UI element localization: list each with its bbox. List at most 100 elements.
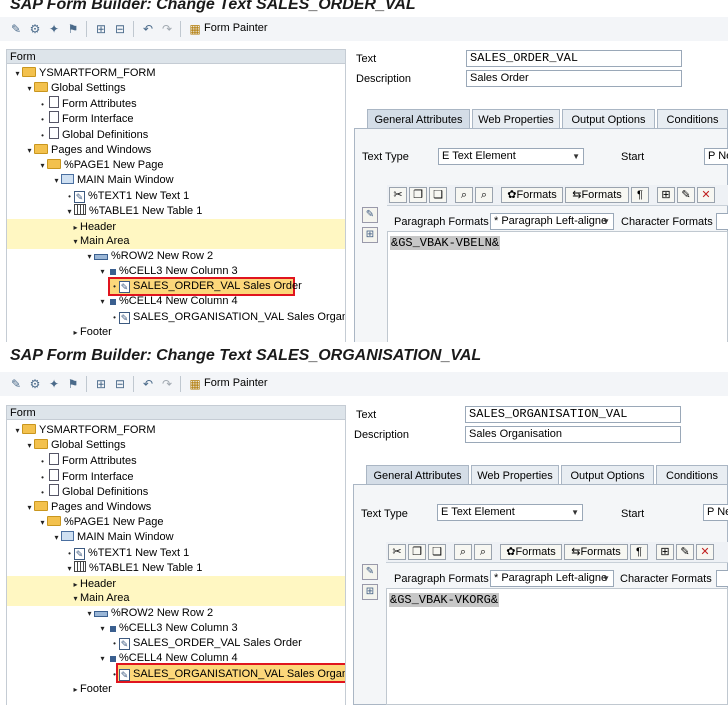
- copy-icon[interactable]: ❐: [409, 187, 427, 203]
- tree-node-header[interactable]: ▸ Header: [71, 577, 116, 592]
- form-painter-button[interactable]: Form Painter: [204, 377, 268, 389]
- tree-node-main-area[interactable]: ▾ Main Area: [71, 591, 129, 606]
- tree-node-form-interface[interactable]: • Form Interface: [38, 469, 134, 484]
- tree-node-cell4[interactable]: ▾ %CELL4 New Column 4: [98, 294, 237, 309]
- formats-button[interactable]: ✿Formats: [501, 187, 563, 203]
- editor-content[interactable]: &GS_VBAK-VKORG&: [389, 593, 500, 607]
- formats-button-2[interactable]: ⇆Formats: [564, 544, 628, 560]
- tree-node-main-window[interactable]: ▾ MAIN Main Window: [52, 530, 174, 545]
- editor-content[interactable]: &GS_VBAK-VBELN&: [390, 236, 501, 250]
- tree-node-form-attributes[interactable]: • Form Attributes: [38, 453, 137, 468]
- collapse-icon[interactable]: ⊟: [112, 21, 128, 37]
- tree-node-pages-windows[interactable]: ▾ Pages and Windows: [25, 500, 151, 515]
- tree-node-text1[interactable]: • ✎ %TEXT1 New Text 1: [65, 546, 189, 561]
- expand-icon[interactable]: ⊞: [93, 21, 109, 37]
- paragraph-mark-icon[interactable]: ¶: [630, 544, 648, 560]
- tree-node-pages-windows[interactable]: ▾ Pages and Windows: [25, 143, 151, 158]
- paste-icon[interactable]: ❏: [429, 187, 447, 203]
- tree-node-header[interactable]: ▸ Header: [71, 220, 116, 235]
- tree-node-root[interactable]: ▾ YSMARTFORM_FORM: [13, 66, 156, 81]
- paragraph-mark-icon[interactable]: ¶: [631, 187, 649, 203]
- tree-node-page1[interactable]: ▾ %PAGE1 New Page: [38, 515, 163, 530]
- tree-node-global-definitions[interactable]: • Global Definitions: [38, 127, 148, 142]
- character-formats-field[interactable]: [716, 570, 728, 587]
- tree-node-sales-order-val[interactable]: • ✎ SALES_ORDER_VAL Sales Order: [110, 279, 302, 294]
- text-name-field[interactable]: SALES_ORDER_VAL: [466, 50, 682, 67]
- insert-field-icon[interactable]: ⊞: [362, 584, 378, 600]
- tab-web-properties[interactable]: Web Properties: [472, 109, 560, 129]
- tree-node-main-area[interactable]: ▾ Main Area: [71, 234, 129, 249]
- find-next-icon[interactable]: ⌕: [475, 187, 493, 203]
- tree-node-table1[interactable]: ▾ %TABLE1 New Table 1: [65, 204, 202, 219]
- paragraph-formats-dropdown[interactable]: * Paragraph Left-aligne ▼: [490, 213, 614, 230]
- tab-web-properties[interactable]: Web Properties: [471, 465, 559, 485]
- form-painter-icon[interactable]: ▦: [187, 21, 203, 37]
- form-painter-icon[interactable]: ▦: [187, 376, 203, 392]
- tree-node-form-interface[interactable]: • Form Interface: [38, 111, 134, 126]
- tree-node-text1[interactable]: • ✎ %TEXT1 New Text 1: [65, 189, 189, 204]
- tree-node-sales-organisation-val[interactable]: • ✎ SALES_ORGANISATION_VAL Sales Organisat: [110, 667, 345, 682]
- change-editor-icon[interactable]: ✎: [362, 207, 378, 223]
- tree-node-main-window[interactable]: ▾ MAIN Main Window: [52, 173, 174, 188]
- cut-icon[interactable]: ✂: [388, 544, 406, 560]
- undo-icon[interactable]: ↶: [140, 376, 156, 392]
- tree-node-cell3[interactable]: ▾ %CELL3 New Column 3: [98, 621, 237, 636]
- start-field[interactable]: P Ne: [704, 148, 728, 165]
- collapse-icon[interactable]: ⊟: [112, 376, 128, 392]
- text-editor[interactable]: &GS_VBAK-VBELN&: [387, 231, 728, 345]
- form-painter-button[interactable]: Form Painter: [204, 22, 268, 34]
- description-field[interactable]: Sales Organisation: [465, 426, 681, 443]
- display-change-icon[interactable]: ✎: [8, 21, 24, 37]
- tab-conditions[interactable]: Conditions: [657, 109, 728, 129]
- check-icon[interactable]: ⚙: [27, 376, 43, 392]
- tree-node-table1[interactable]: ▾ %TABLE1 New Table 1: [65, 561, 202, 576]
- check-icon[interactable]: ⚙: [27, 21, 43, 37]
- undo-icon[interactable]: ↶: [140, 21, 156, 37]
- tree-node-cell3[interactable]: ▾ %CELL3 New Column 3: [98, 264, 237, 279]
- tree-node-page1[interactable]: ▾ %PAGE1 New Page: [38, 158, 163, 173]
- expand-icon[interactable]: ⊞: [93, 376, 109, 392]
- text-type-dropdown[interactable]: E Text Element ▼: [437, 504, 583, 521]
- pencil-icon[interactable]: ✎: [677, 187, 695, 203]
- tree-node-row2[interactable]: ▾ %ROW2 New Row 2: [85, 249, 213, 264]
- start-field[interactable]: P Ne: [703, 504, 728, 521]
- tree-node-footer[interactable]: ▸ Footer: [71, 682, 111, 697]
- tab-conditions[interactable]: Conditions: [656, 465, 728, 485]
- text-type-dropdown[interactable]: E Text Element ▼: [438, 148, 584, 165]
- test-icon[interactable]: ⚑: [65, 21, 81, 37]
- delete-icon[interactable]: ✕: [697, 187, 715, 203]
- tab-output-options[interactable]: Output Options: [562, 109, 655, 129]
- redo-icon[interactable]: ↷: [159, 376, 175, 392]
- tab-general-attributes[interactable]: General Attributes: [367, 109, 470, 129]
- activate-icon[interactable]: ✦: [46, 376, 62, 392]
- display-change-icon[interactable]: ✎: [8, 376, 24, 392]
- find-icon[interactable]: ⌕: [455, 187, 473, 203]
- pencil-icon[interactable]: ✎: [676, 544, 694, 560]
- tree-node-global-settings[interactable]: ▾ Global Settings: [25, 81, 126, 96]
- tree-node-root[interactable]: ▾ YSMARTFORM_FORM: [13, 423, 156, 438]
- insert-field-icon[interactable]: ⊞: [362, 227, 378, 243]
- copy-icon[interactable]: ❐: [408, 544, 426, 560]
- text-name-field[interactable]: SALES_ORGANISATION_VAL: [465, 406, 681, 423]
- character-formats-field[interactable]: [716, 213, 728, 230]
- tree-node-global-definitions[interactable]: • Global Definitions: [38, 484, 148, 499]
- formats-button-2[interactable]: ⇆Formats: [565, 187, 629, 203]
- paragraph-formats-dropdown[interactable]: * Paragraph Left-aligne ▼: [490, 570, 614, 587]
- formats-button[interactable]: ✿Formats: [500, 544, 562, 560]
- tree-node-sales-order-val[interactable]: • ✎ SALES_ORDER_VAL Sales Order: [110, 636, 302, 651]
- text-editor[interactable]: &GS_VBAK-VKORG&: [386, 588, 728, 705]
- insert-icon[interactable]: ⊞: [656, 544, 674, 560]
- tree-node-row2[interactable]: ▾ %ROW2 New Row 2: [85, 606, 213, 621]
- delete-icon[interactable]: ✕: [696, 544, 714, 560]
- tab-output-options[interactable]: Output Options: [561, 465, 654, 485]
- paste-icon[interactable]: ❏: [428, 544, 446, 560]
- activate-icon[interactable]: ✦: [46, 21, 62, 37]
- tree-node-footer[interactable]: ▸ Footer: [71, 325, 111, 340]
- insert-icon[interactable]: ⊞: [657, 187, 675, 203]
- tree-node-global-settings[interactable]: ▾ Global Settings: [25, 438, 126, 453]
- find-next-icon[interactable]: ⌕: [474, 544, 492, 560]
- description-field[interactable]: Sales Order: [466, 70, 682, 87]
- tree-node-sales-organisation-val[interactable]: • ✎ SALES_ORGANISATION_VAL Sales Organisat: [110, 310, 345, 325]
- tree-node-form-attributes[interactable]: • Form Attributes: [38, 96, 137, 111]
- redo-icon[interactable]: ↷: [159, 21, 175, 37]
